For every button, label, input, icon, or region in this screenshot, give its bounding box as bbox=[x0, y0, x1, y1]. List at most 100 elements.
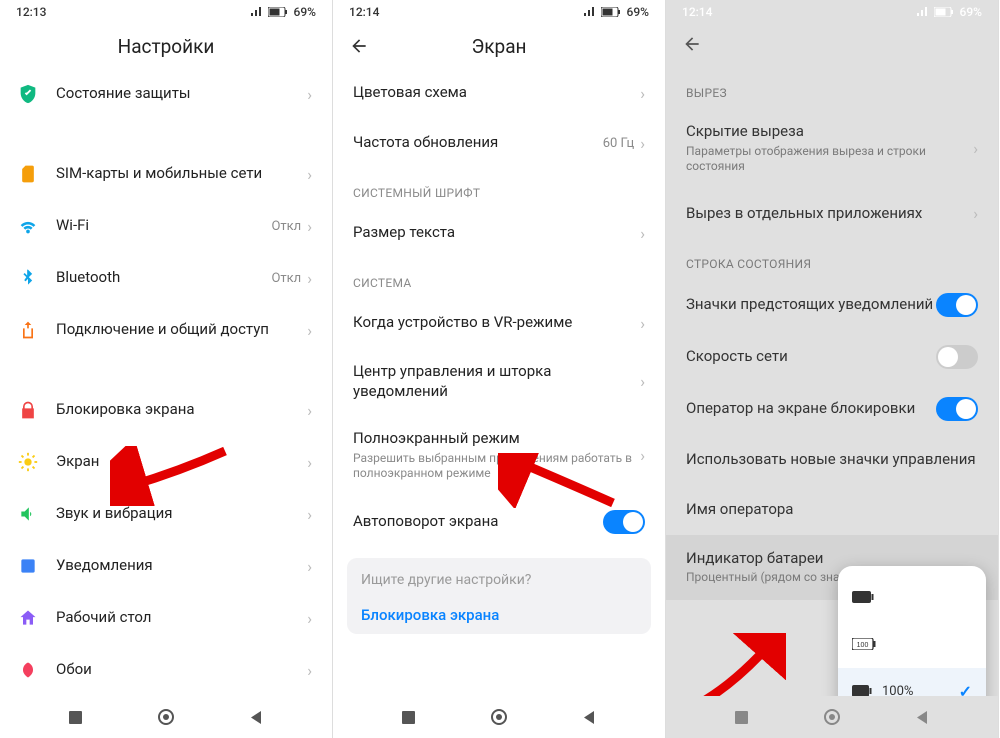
chevron-icon: › bbox=[307, 217, 312, 236]
item-label: Когда устройство в VR-режиме bbox=[353, 313, 640, 333]
status-bar: 12:14 69% bbox=[666, 0, 998, 24]
item-text-size[interactable]: Размер текста › bbox=[333, 208, 665, 258]
item-carrier-name[interactable]: Имя оператора bbox=[666, 485, 998, 535]
item-label: Состояние защиты bbox=[56, 84, 307, 104]
nav-back[interactable] bbox=[912, 706, 934, 728]
nav-back[interactable] bbox=[246, 706, 268, 728]
sound-icon bbox=[16, 502, 40, 526]
section-statusbar: СТРОКА СОСТОЯНИЯ bbox=[666, 239, 998, 279]
toggle-notif-icons[interactable] bbox=[936, 293, 978, 317]
item-bluetooth[interactable]: Bluetooth Откл › bbox=[0, 252, 332, 304]
battery-icon bbox=[852, 682, 872, 696]
wifi-icon bbox=[16, 214, 40, 238]
toggle-carrier-lockscreen[interactable] bbox=[936, 397, 978, 421]
toggle-network-speed[interactable] bbox=[936, 345, 978, 369]
status-right: 69% bbox=[916, 5, 982, 19]
nav-recents[interactable] bbox=[64, 706, 86, 728]
toggle-auto-rotate[interactable] bbox=[603, 510, 645, 534]
item-sound[interactable]: Звук и вибрация › bbox=[0, 488, 332, 540]
popup-option-inside[interactable]: 100 bbox=[838, 621, 986, 668]
item-label: Частота обновления bbox=[353, 133, 603, 153]
item-color-scheme[interactable]: Цветовая схема › bbox=[333, 68, 665, 118]
item-vr-mode[interactable]: Когда устройство в VR-режиме › bbox=[333, 298, 665, 348]
display-screen: 12:14 69% Экран Цветовая схема › Частота… bbox=[333, 0, 666, 738]
item-label: Уведомления bbox=[56, 556, 307, 576]
item-label: Использовать новые значки управления bbox=[686, 450, 978, 470]
status-time: 12:14 bbox=[349, 5, 379, 19]
back-button[interactable] bbox=[349, 36, 369, 56]
status-time: 12:13 bbox=[16, 5, 46, 19]
chevron-icon: › bbox=[307, 557, 312, 576]
wallpaper-icon bbox=[16, 658, 40, 682]
item-carrier-lockscreen[interactable]: Оператор на экране блокировки bbox=[666, 383, 998, 435]
item-home[interactable]: Рабочий стол › bbox=[0, 592, 332, 644]
nav-home[interactable] bbox=[488, 706, 510, 728]
nav-back[interactable] bbox=[579, 706, 601, 728]
battery-icon bbox=[268, 7, 290, 17]
battery-percent-inside-icon: 100 bbox=[852, 635, 876, 654]
battery-icon bbox=[934, 7, 956, 17]
chevron-icon: › bbox=[307, 165, 312, 184]
signal-icon bbox=[583, 7, 597, 17]
sim-icon bbox=[16, 162, 40, 186]
item-connection-share[interactable]: Подключение и общий доступ › bbox=[0, 304, 332, 356]
item-display[interactable]: Экран › bbox=[0, 436, 332, 488]
item-label: Звук и вибрация bbox=[56, 504, 307, 524]
item-sim[interactable]: SIM-карты и мобильные сети › bbox=[0, 148, 332, 200]
nav-home[interactable] bbox=[821, 706, 843, 728]
item-label: Обои bbox=[56, 660, 307, 680]
statusbar-settings-screen: 12:14 69% ВЫРЕЗ Скрытие выреза Параметры… bbox=[666, 0, 999, 738]
bluetooth-icon bbox=[16, 266, 40, 290]
item-wallpaper[interactable]: Обои › bbox=[0, 644, 332, 696]
item-refresh-rate[interactable]: Частота обновления 60 Гц › bbox=[333, 118, 665, 168]
nav-recents[interactable] bbox=[397, 706, 419, 728]
item-security-status[interactable]: Состояние защиты › bbox=[0, 68, 332, 120]
battery-percent: 69% bbox=[627, 5, 649, 19]
item-wifi[interactable]: Wi-Fi Откл › bbox=[0, 200, 332, 252]
search-link-lockscreen[interactable]: Блокировка экрана bbox=[361, 600, 637, 630]
chevron-icon: › bbox=[640, 134, 645, 153]
battery-icon bbox=[601, 7, 623, 17]
item-auto-rotate[interactable]: Автоповорот экрана bbox=[333, 496, 665, 548]
item-label: Размер текста bbox=[353, 223, 640, 243]
popup-option-graphic[interactable] bbox=[838, 574, 986, 621]
chevron-icon: › bbox=[640, 372, 645, 391]
option-text: 100% bbox=[882, 684, 949, 696]
item-notifications[interactable]: Уведомления › bbox=[0, 540, 332, 592]
chevron-icon: › bbox=[973, 204, 978, 223]
item-label: Полноэкранный режим bbox=[353, 429, 640, 449]
item-label: Цветовая схема bbox=[353, 83, 640, 103]
search-other-settings: Ищите другие настройки? Блокировка экран… bbox=[347, 558, 651, 634]
item-new-control-icons[interactable]: Использовать новые значки управления bbox=[666, 435, 998, 485]
nav-home[interactable] bbox=[155, 706, 177, 728]
android-nav bbox=[666, 696, 998, 738]
item-fullscreen-mode[interactable]: Полноэкранный режим Разрешить выбранным … bbox=[333, 415, 665, 496]
item-control-center[interactable]: Центр управления и шторка уведомлений › bbox=[333, 348, 665, 415]
item-notif-icons[interactable]: Значки предстоящих уведомлений bbox=[666, 279, 998, 331]
item-label: Bluetooth bbox=[56, 268, 271, 288]
item-cutout-apps[interactable]: Вырез в отдельных приложениях › bbox=[666, 189, 998, 239]
item-label: Автоповорот экрана bbox=[353, 512, 603, 532]
android-nav bbox=[0, 696, 332, 738]
item-value: Откл bbox=[271, 219, 301, 234]
item-label: Скрытие выреза bbox=[686, 122, 973, 142]
nav-recents[interactable] bbox=[730, 706, 752, 728]
status-bar: 12:14 69% bbox=[333, 0, 665, 24]
item-label: Скорость сети bbox=[686, 347, 936, 367]
search-prompt: Ищите другие настройки? bbox=[361, 572, 637, 588]
status-time: 12:14 bbox=[682, 5, 712, 19]
home-icon bbox=[16, 606, 40, 630]
item-hide-cutout[interactable]: Скрытие выреза Параметры отображения выр… bbox=[666, 108, 998, 189]
back-button[interactable] bbox=[682, 34, 702, 58]
popup-option-beside[interactable]: 100% ✓ bbox=[838, 668, 986, 696]
status-right: 69% bbox=[250, 5, 316, 19]
item-label: Имя оператора bbox=[686, 500, 978, 520]
share-icon bbox=[16, 318, 40, 342]
chevron-icon: › bbox=[307, 609, 312, 628]
sun-icon bbox=[16, 450, 40, 474]
battery-percent: 69% bbox=[294, 5, 316, 19]
notifications-icon bbox=[16, 554, 40, 578]
section-cutout: ВЫРЕЗ bbox=[666, 68, 998, 108]
item-network-speed[interactable]: Скорость сети bbox=[666, 331, 998, 383]
item-lockscreen[interactable]: Блокировка экрана › bbox=[0, 384, 332, 436]
